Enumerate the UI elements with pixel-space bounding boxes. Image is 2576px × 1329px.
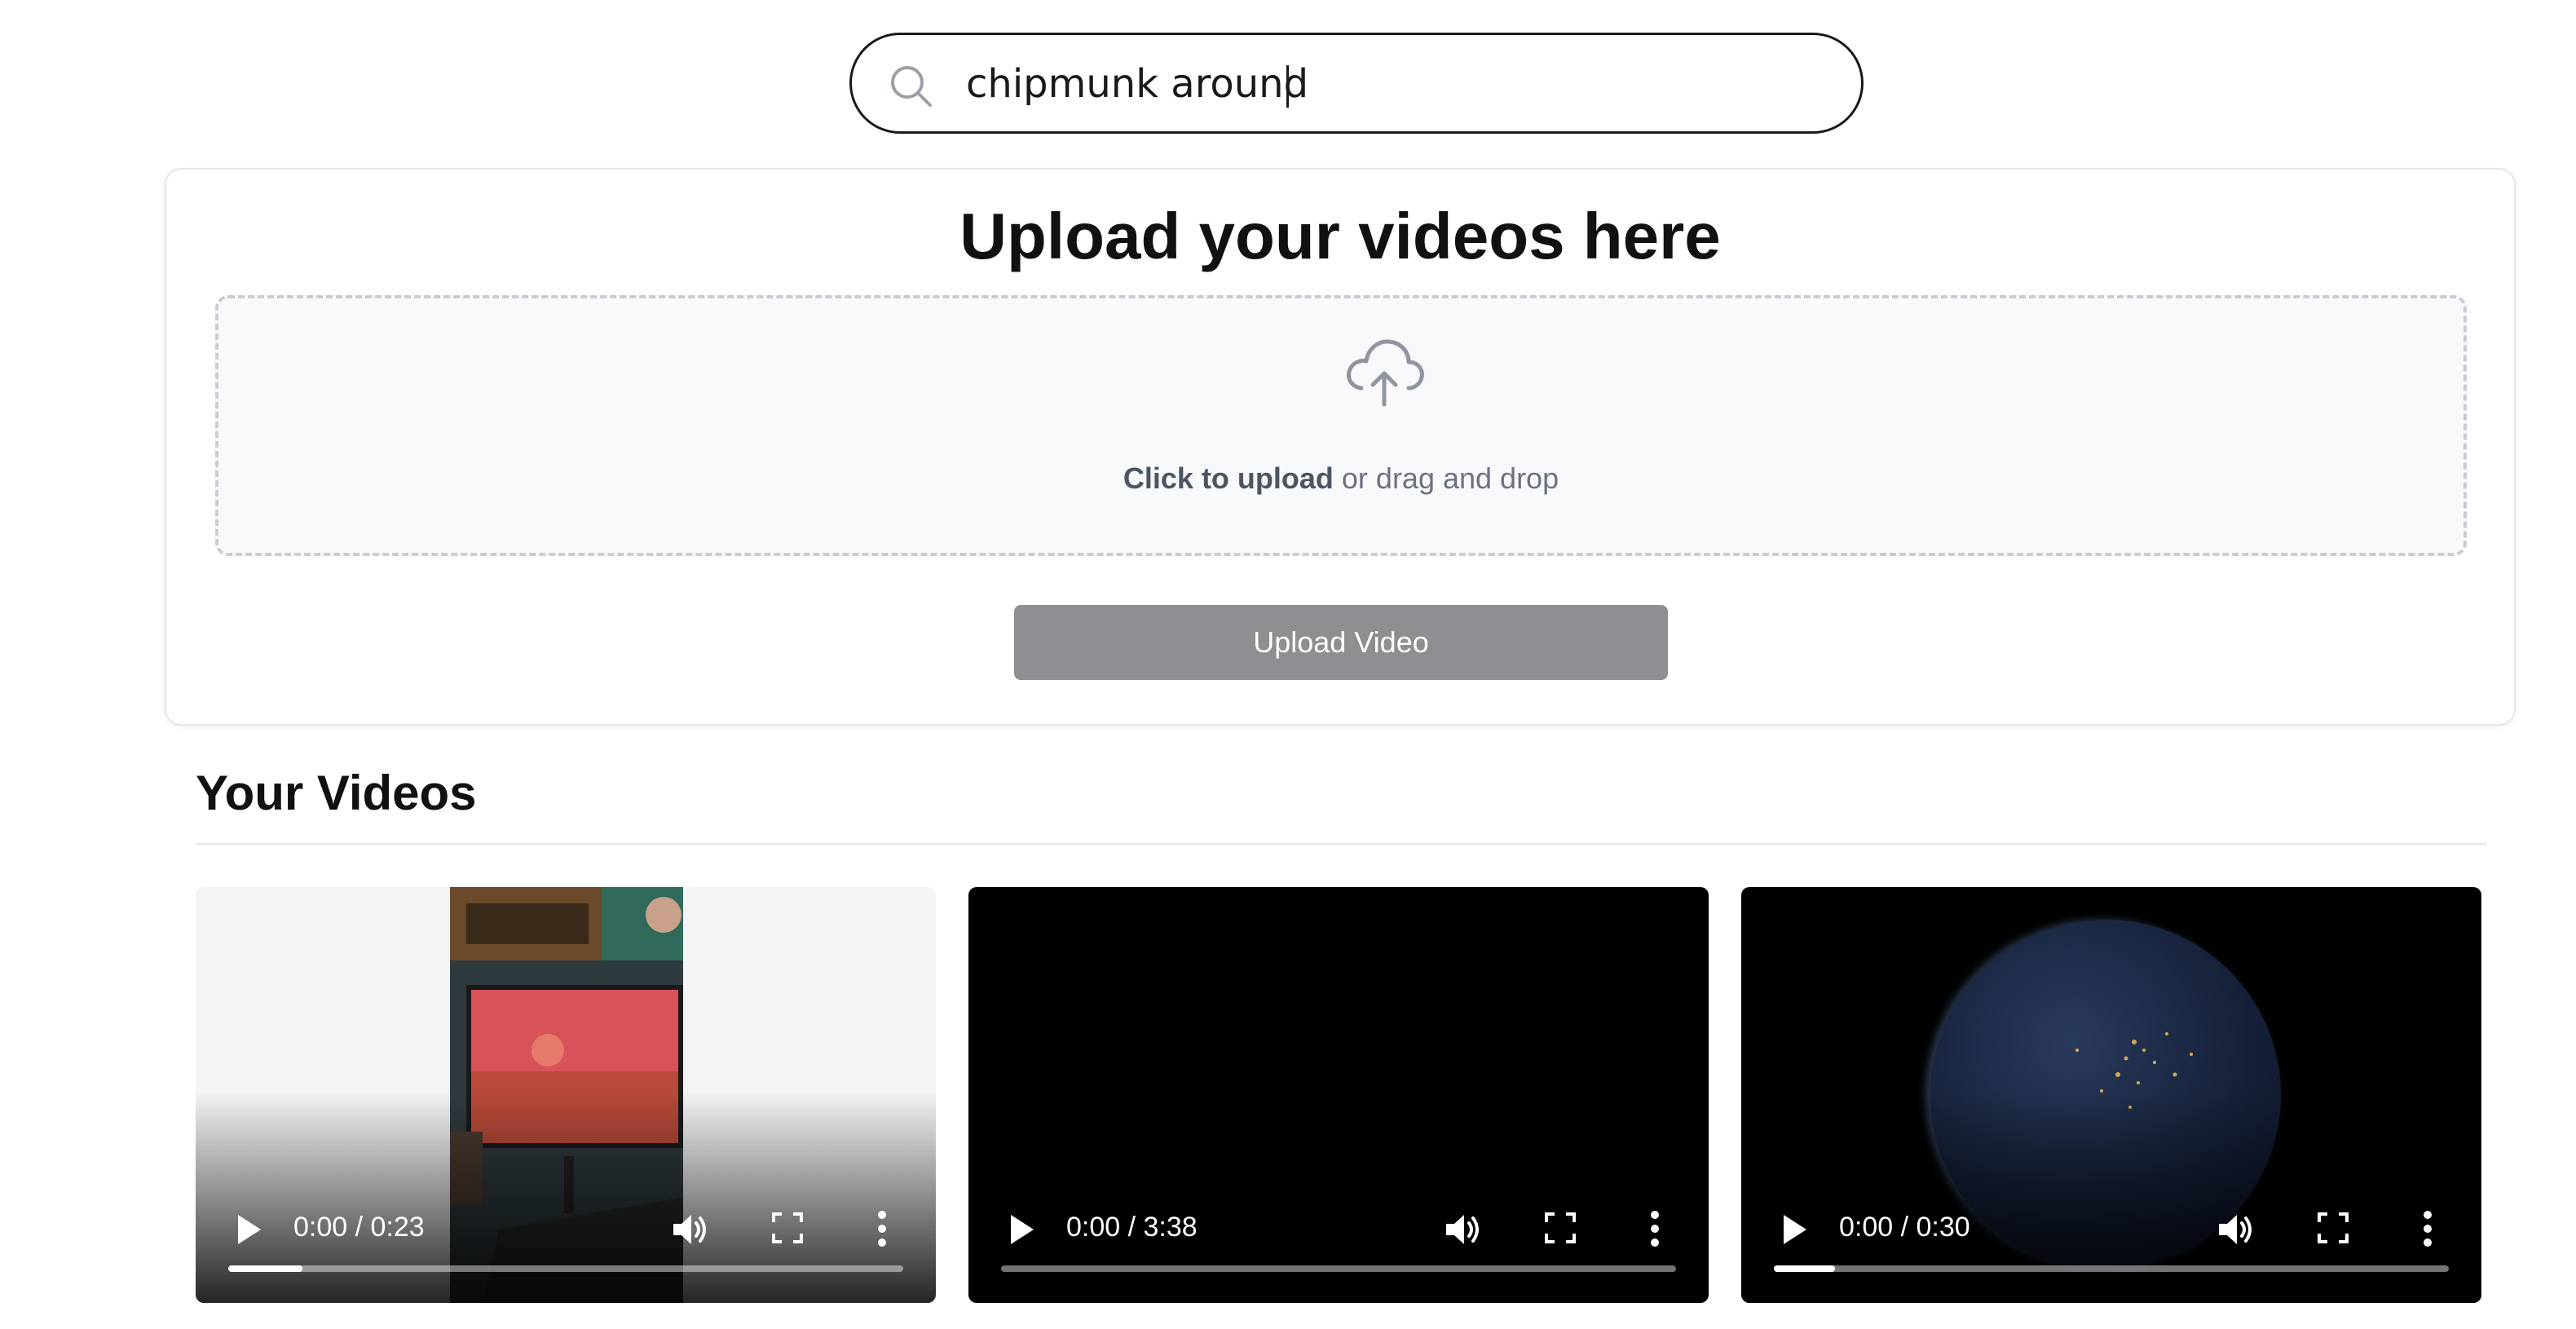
- play-icon[interactable]: [1780, 1213, 1808, 1246]
- volume-icon[interactable]: [2216, 1210, 2255, 1249]
- upload-dropzone[interactable]: Click to upload or drag and drop: [215, 295, 2467, 556]
- video-controls: 0:00 / 0:30: [1741, 1189, 2481, 1303]
- video-progress-fill: [1774, 1265, 1835, 1272]
- video-progress-track[interactable]: [228, 1265, 903, 1272]
- search-icon: [891, 66, 932, 107]
- video-player-2[interactable]: 0:00 / 3:38: [968, 887, 1709, 1303]
- more-options-icon[interactable]: [1650, 1210, 1660, 1247]
- play-icon[interactable]: [1008, 1213, 1035, 1246]
- cloud-upload-icon: [1347, 339, 1424, 407]
- video-time: 0:00 / 3:38: [1066, 1212, 1198, 1243]
- upload-video-button[interactable]: Upload Video: [1014, 605, 1668, 680]
- click-to-upload-text[interactable]: Click to upload: [1123, 461, 1334, 495]
- video-controls: 0:00 / 0:23: [196, 1189, 936, 1303]
- more-options-icon[interactable]: [2423, 1210, 2433, 1247]
- video-controls: 0:00 / 3:38: [968, 1189, 1709, 1303]
- volume-icon[interactable]: [670, 1210, 709, 1249]
- fullscreen-icon[interactable]: [2317, 1212, 2349, 1244]
- video-player-3[interactable]: 0:00 / 0:30: [1741, 887, 2481, 1303]
- volume-icon[interactable]: [1443, 1210, 1482, 1249]
- upload-hint: Click to upload or drag and drop: [218, 461, 2464, 496]
- fullscreen-icon[interactable]: [771, 1212, 804, 1244]
- fullscreen-icon[interactable]: [1544, 1212, 1577, 1244]
- video-progress-fill: [228, 1265, 303, 1272]
- video-time: 0:00 / 0:23: [293, 1212, 425, 1243]
- video-progress-track[interactable]: [1001, 1265, 1676, 1272]
- play-icon[interactable]: [235, 1213, 262, 1246]
- search-bar[interactable]: [849, 33, 1864, 134]
- search-input[interactable]: [966, 53, 1814, 115]
- drag-drop-text: or drag and drop: [1333, 461, 1559, 495]
- video-time: 0:00 / 0:30: [1839, 1212, 1970, 1243]
- more-options-icon[interactable]: [877, 1210, 887, 1247]
- video-player-1[interactable]: 0:00 / 0:23: [196, 887, 936, 1303]
- section-divider: [196, 843, 2486, 845]
- upload-card: Upload your videos here Click to upload …: [165, 168, 2516, 726]
- video-progress-track[interactable]: [1774, 1265, 2449, 1272]
- text-caret: [1286, 65, 1289, 108]
- your-videos-title: Your Videos: [196, 766, 477, 820]
- upload-title: Upload your videos here: [959, 200, 1721, 272]
